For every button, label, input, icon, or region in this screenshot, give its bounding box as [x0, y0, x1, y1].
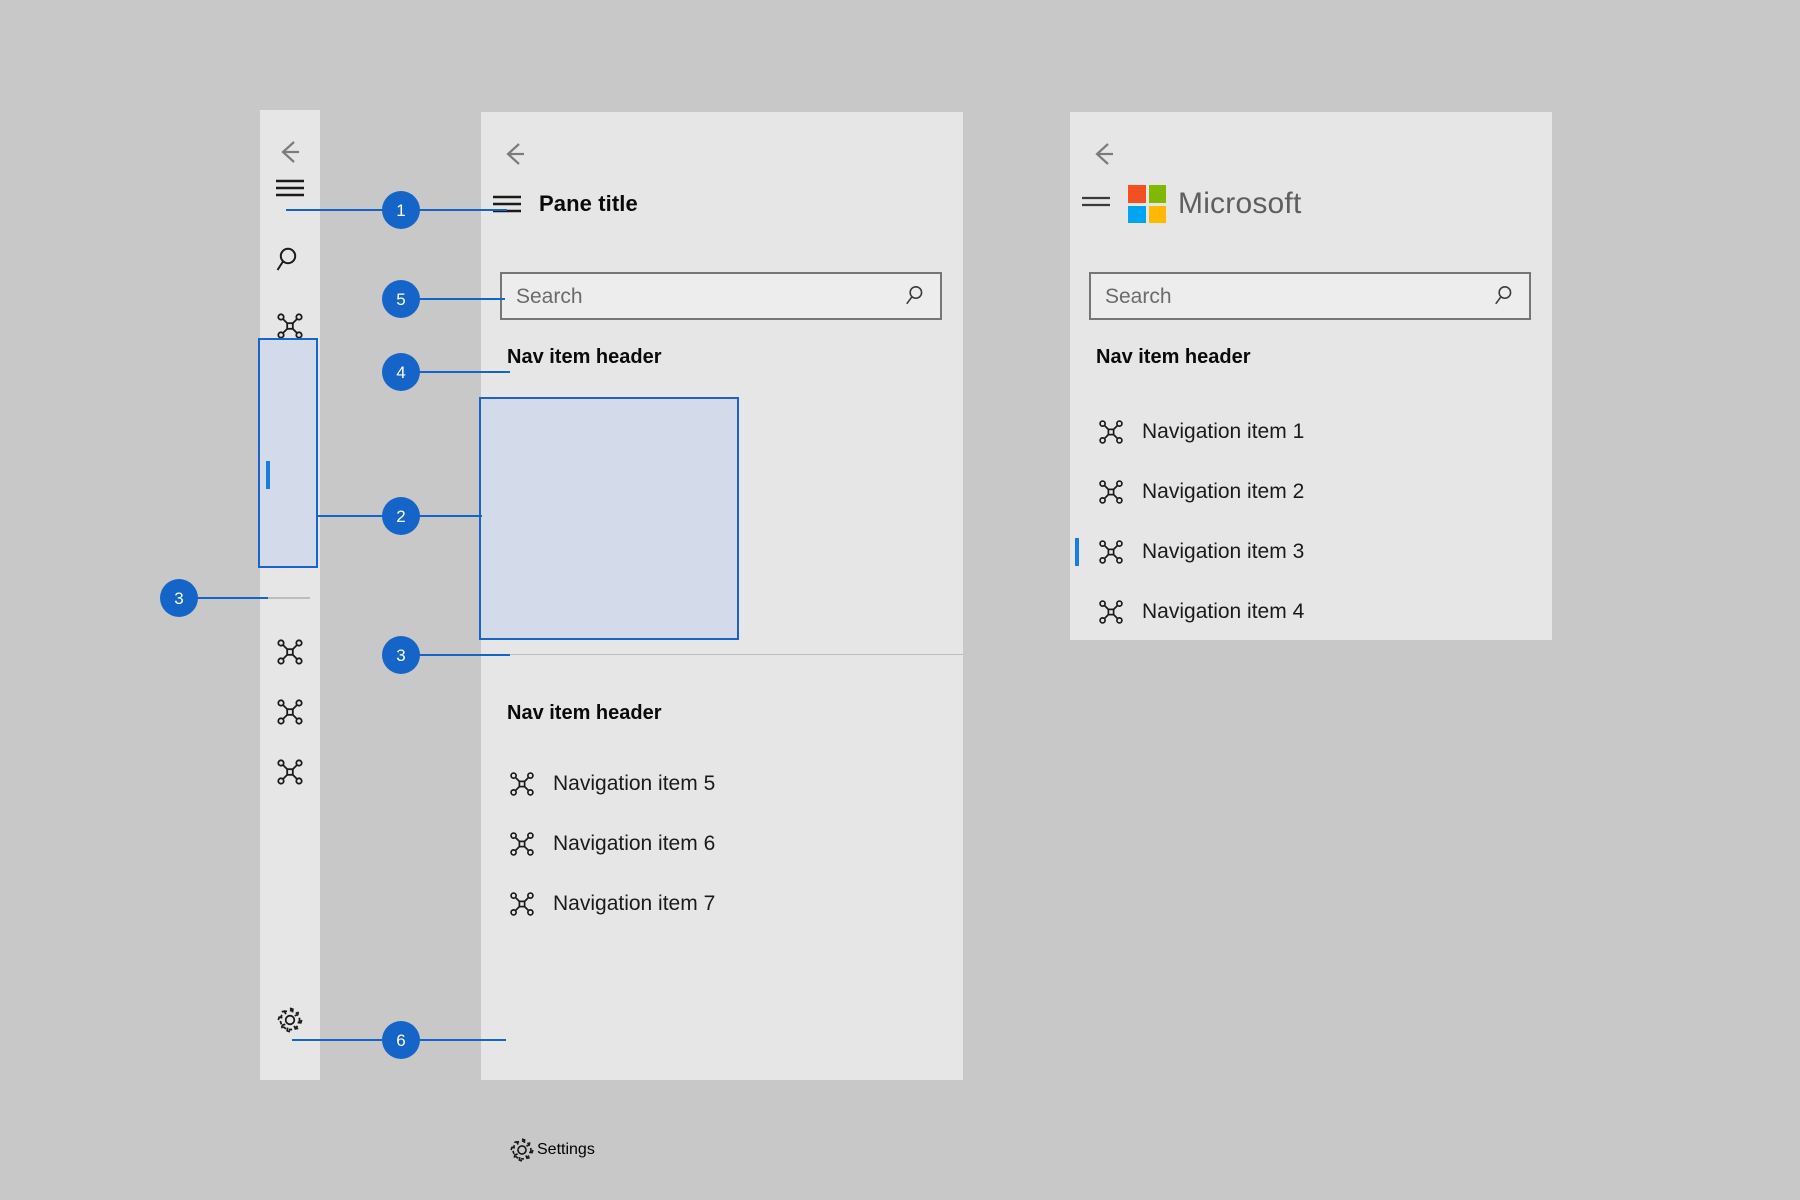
- callout-badge-6: 6: [382, 1021, 420, 1059]
- nav-item-label: Navigation item 6: [553, 832, 716, 855]
- microsoft-wordmark: Microsoft: [1178, 187, 1302, 220]
- pane-hamburger-button[interactable]: [493, 194, 521, 214]
- search-input[interactable]: Search: [502, 286, 902, 307]
- nav-item-header-2: Nav item header: [507, 702, 662, 724]
- rail-group-highlight-box: [258, 338, 318, 568]
- search-icon: [276, 247, 297, 271]
- nav-glyph-icon: [507, 770, 537, 798]
- nav-rail-panel: [260, 110, 320, 1080]
- page-title: Pane title: [539, 191, 638, 216]
- nav-item-7[interactable]: Navigation item 7: [481, 878, 963, 930]
- hamburger-icon: [1082, 196, 1110, 207]
- microsoft-nav-pane-panel: Microsoft Search Nav item header Navigat…: [1070, 112, 1552, 640]
- callout-2-line-right: [418, 515, 482, 517]
- callout-2-line-left: [318, 515, 384, 517]
- rail-search-button[interactable]: [260, 230, 320, 290]
- rail-item-6[interactable]: [260, 682, 320, 742]
- nav-item-label: Navigation item 4: [1142, 600, 1305, 623]
- nav-item-label: Navigation item 7: [553, 892, 716, 915]
- callout-badge-3-rail: 3: [160, 579, 198, 617]
- callout-6-line-right: [418, 1039, 506, 1041]
- callout-badge-5: 5: [382, 280, 420, 318]
- search-box[interactable]: Search: [500, 272, 942, 320]
- nav-glyph-icon: [1096, 598, 1126, 626]
- wireframe-canvas: Pane title Search Nav item header Nav it…: [0, 0, 1800, 1200]
- rail-settings-button[interactable]: [260, 990, 320, 1050]
- ms-brand-row: Microsoft: [1082, 180, 1302, 228]
- search-icon[interactable]: [1491, 283, 1529, 309]
- ms-search-input[interactable]: Search: [1091, 286, 1491, 307]
- callout-3-rail-line: [186, 597, 268, 599]
- settings-label: Settings: [537, 1141, 595, 1158]
- nav-glyph-icon: [1096, 538, 1126, 566]
- ms-hamburger-button[interactable]: [1082, 194, 1110, 214]
- ms-nav-item-1[interactable]: Navigation item 1: [1070, 406, 1552, 458]
- nav-glyph-icon: [277, 699, 303, 725]
- rail-item-5[interactable]: [260, 622, 320, 682]
- hamburger-icon: [276, 179, 304, 197]
- gear-icon: [277, 1007, 303, 1033]
- nav-glyph-icon: [507, 830, 537, 858]
- pane-title-row: Pane title: [493, 180, 638, 228]
- nav-glyph-icon: [277, 639, 303, 665]
- nav-item-header: Nav item header: [507, 346, 662, 368]
- nav-glyph-icon: [277, 759, 303, 785]
- nav-glyph-icon: [507, 890, 537, 918]
- microsoft-logo-icon: [1128, 185, 1166, 223]
- pane-group-highlight-box: [479, 397, 739, 640]
- rail-selected-indicator: [266, 461, 270, 489]
- ms-nav-item-2[interactable]: Navigation item 2: [1070, 466, 1552, 518]
- callout-badge-3-pane: 3: [382, 636, 420, 674]
- gear-icon: [507, 1136, 537, 1164]
- rail-item-7[interactable]: [260, 742, 320, 802]
- settings-entry[interactable]: Settings: [481, 1124, 963, 1176]
- ms-nav-item-4[interactable]: Navigation item 4: [1070, 586, 1552, 638]
- nav-item-label: Navigation item 5: [553, 772, 716, 795]
- nav-glyph-icon: [277, 313, 303, 339]
- callout-6-line-left: [292, 1039, 384, 1041]
- nav-glyph-icon: [1096, 418, 1126, 446]
- ms-search-box[interactable]: Search: [1089, 272, 1531, 320]
- search-icon[interactable]: [902, 283, 940, 309]
- callout-badge-2: 2: [382, 497, 420, 535]
- ms-nav-item-header: Nav item header: [1096, 346, 1251, 368]
- nav-glyph-icon: [1096, 478, 1126, 506]
- nav-item-5[interactable]: Navigation item 5: [481, 758, 963, 810]
- nav-item-label: Navigation item 1: [1142, 420, 1305, 443]
- nav-selected-indicator: [1075, 538, 1079, 566]
- pane-group-separator: [481, 654, 963, 655]
- microsoft-brand[interactable]: Microsoft: [1128, 185, 1302, 223]
- rail-group-separator: [268, 597, 310, 599]
- nav-item-label: Navigation item 3: [1142, 540, 1305, 563]
- ms-nav-item-3-selected[interactable]: Navigation item 3: [1070, 526, 1552, 578]
- pane-back-arrow-icon[interactable]: [495, 134, 535, 174]
- nav-item-6[interactable]: Navigation item 6: [481, 818, 963, 870]
- callout-badge-1: 1: [382, 191, 420, 229]
- callout-badge-4: 4: [382, 353, 420, 391]
- hamburger-icon: [493, 195, 521, 213]
- nav-item-label: Navigation item 2: [1142, 480, 1305, 503]
- ms-back-arrow-icon[interactable]: [1084, 134, 1124, 174]
